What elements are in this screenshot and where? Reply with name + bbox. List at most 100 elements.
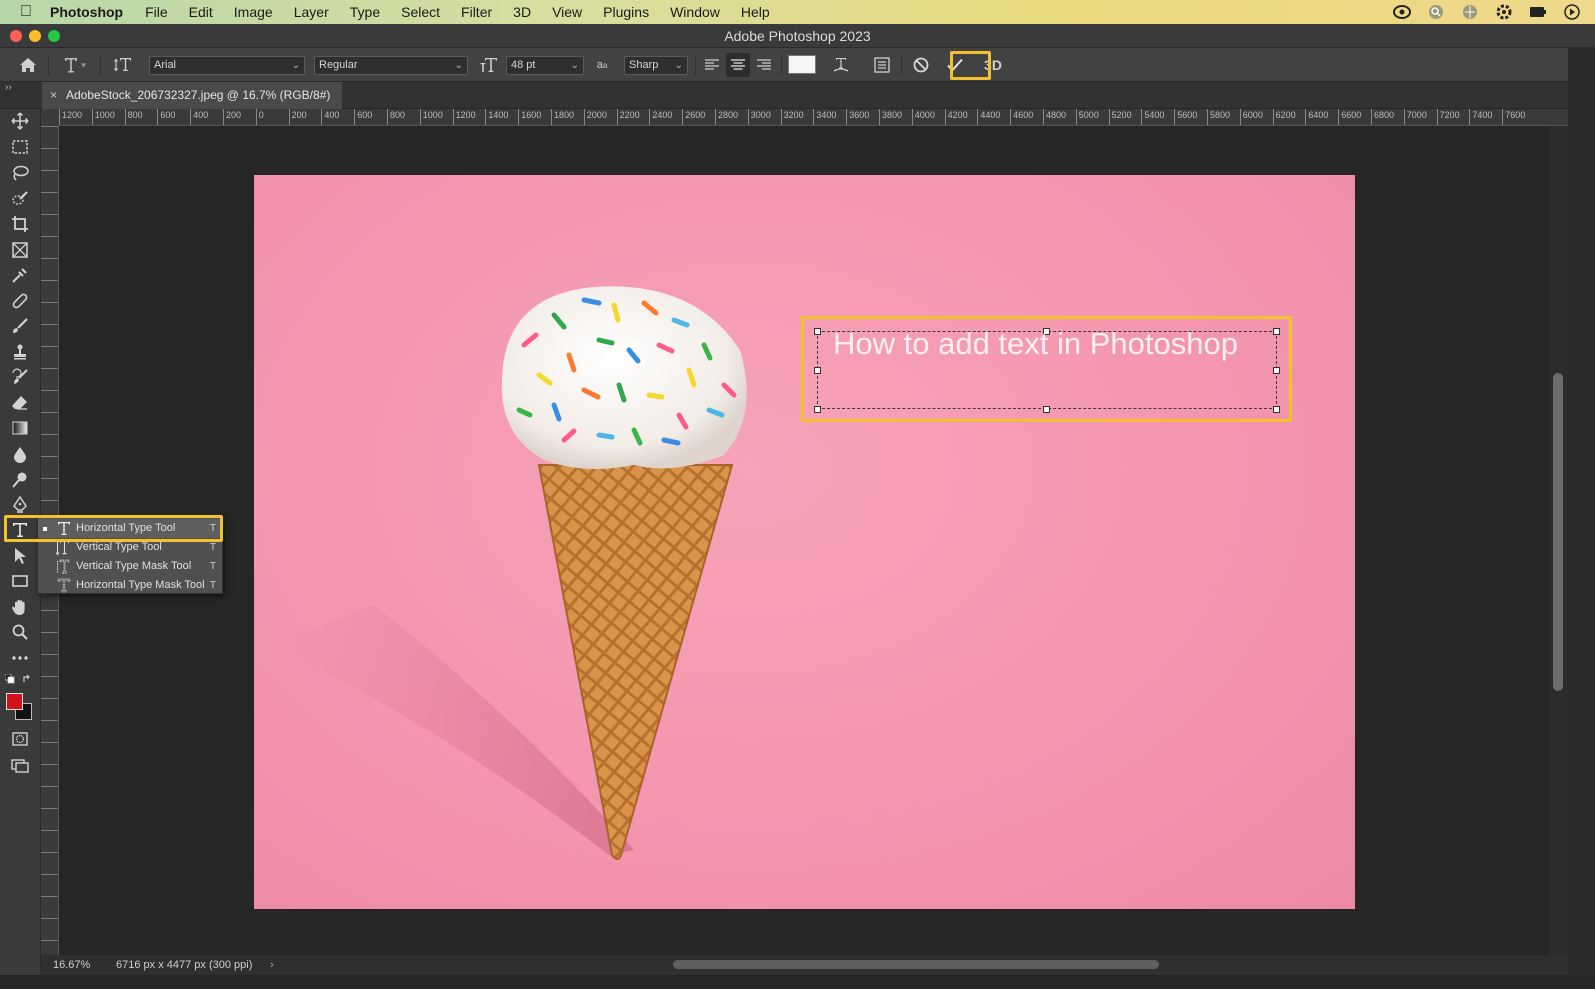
zoom-level[interactable]: 16.67% <box>53 955 90 975</box>
rectangle-tool[interactable] <box>8 570 32 592</box>
swap-colors-icon[interactable] <box>22 674 32 684</box>
tool-preset-picker[interactable]: ▾ <box>57 48 93 82</box>
ruler-tick-label: 5200 <box>1108 109 1132 125</box>
clone-stamp-tool[interactable] <box>8 341 32 363</box>
healing-brush-tool[interactable] <box>8 290 32 312</box>
ruler-tick-label: 6200 <box>1272 109 1296 125</box>
ruler-tick-label: 2800 <box>715 109 738 125</box>
lasso-tool[interactable] <box>8 162 32 184</box>
more-icon <box>12 656 28 660</box>
horizontal-ruler[interactable]: 1200 1000 800 600 400 200 0 200 400 600 800 1000 120… <box>59 109 1595 126</box>
crop-tool[interactable] <box>8 213 32 235</box>
flyout-horizontal-type-mask-tool[interactable]: Horizontal Type Mask Tool T <box>38 576 222 595</box>
quick-selection-tool[interactable] <box>8 188 32 210</box>
menu-window[interactable]: Window <box>670 4 720 20</box>
align-center-button[interactable] <box>726 53 750 77</box>
ruler-tick-label: 800 <box>387 109 405 125</box>
menu-layer[interactable]: Layer <box>294 4 329 20</box>
quick-mask-button[interactable] <box>8 728 32 750</box>
menu-filter[interactable]: Filter <box>461 4 492 20</box>
canvas-text-layer[interactable]: How to add text in Photoshop <box>833 326 1238 362</box>
horizontal-scroll-thumb[interactable] <box>673 960 1159 969</box>
apple-icon[interactable]:  <box>18 3 34 21</box>
font-style-select[interactable]: Regular ⌄ <box>314 56 468 75</box>
frame-tool[interactable] <box>8 239 32 261</box>
hand-tool[interactable] <box>8 596 32 618</box>
eraser-tool[interactable] <box>8 392 32 414</box>
menu-type[interactable]: Type <box>350 4 380 20</box>
collapse-panels-icon[interactable]: ›› <box>5 82 12 93</box>
foreground-color-swatch[interactable] <box>6 693 23 710</box>
zoom-tool[interactable] <box>8 621 32 643</box>
close-tab-icon[interactable]: × <box>50 82 57 109</box>
history-brush-tool[interactable] <box>8 366 32 388</box>
menu-help[interactable]: Help <box>741 4 770 20</box>
window-minimize-button[interactable] <box>29 30 41 42</box>
eyedropper-tool[interactable] <box>8 264 32 286</box>
toggle-text-orientation-icon[interactable] <box>111 48 135 82</box>
transform-handle-bc[interactable] <box>1043 406 1050 413</box>
menu-plugins[interactable]: Plugins <box>603 4 649 20</box>
battery-icon[interactable] <box>1529 3 1547 21</box>
cancel-edits-button[interactable] <box>910 48 932 82</box>
ruler-tick-label: 800 <box>124 109 143 125</box>
window-title: Adobe Photoshop 2023 <box>724 28 871 44</box>
creative-cloud-icon[interactable] <box>1393 3 1411 21</box>
transform-handle-mr[interactable] <box>1273 367 1280 374</box>
status-menu-arrow[interactable]: › <box>270 955 274 975</box>
font-size-select[interactable]: 48 pt ⌄ <box>506 56 584 75</box>
ruler-tick-label: 1400 <box>485 109 508 125</box>
menu-edit[interactable]: Edit <box>189 4 213 20</box>
move-tool[interactable] <box>8 110 32 132</box>
menu-app-name[interactable]: Photoshop <box>50 4 123 20</box>
ruler-origin[interactable] <box>41 109 59 126</box>
transform-handle-tl[interactable] <box>814 328 821 335</box>
vertical-scroll-thumb[interactable] <box>1553 373 1563 691</box>
flyout-vertical-type-mask-tool[interactable]: Vertical Type Mask Tool T <box>38 557 222 576</box>
text-color-fill <box>789 56 815 73</box>
text-color-swatch[interactable] <box>788 55 816 74</box>
default-colors-icon[interactable] <box>5 674 15 684</box>
transform-handle-bl[interactable] <box>814 406 821 413</box>
menu-view[interactable]: View <box>552 4 582 20</box>
menu-select[interactable]: Select <box>401 4 440 20</box>
pen-tool[interactable] <box>8 494 32 516</box>
menu-3d[interactable]: 3D <box>513 4 531 20</box>
blur-tool[interactable] <box>8 443 32 465</box>
document-tab[interactable]: × AdobeStock_206732327.jpeg @ 16.7% (RGB… <box>42 82 342 109</box>
align-right-button[interactable] <box>753 48 775 82</box>
character-panel-icon[interactable] <box>871 48 893 82</box>
marquee-tool[interactable] <box>8 136 32 158</box>
document-tab-title: AdobeStock_206732327.jpeg @ 16.7% (RGB/8… <box>66 88 331 102</box>
screen-mode-button[interactable] <box>8 754 32 776</box>
menu-image[interactable]: Image <box>234 4 273 20</box>
edit-toolbar-button[interactable] <box>8 647 32 669</box>
transform-handle-tr[interactable] <box>1273 328 1280 335</box>
transform-handle-ml[interactable] <box>814 367 821 374</box>
align-left-button[interactable] <box>701 48 723 82</box>
transform-handle-br[interactable] <box>1273 406 1280 413</box>
ruler-tick-label: 1200 <box>452 109 476 125</box>
gradient-tool[interactable] <box>8 417 32 439</box>
font-family-select[interactable]: Arial ⌄ <box>149 56 305 75</box>
path-selection-tool[interactable] <box>8 545 32 567</box>
ruler-tick-label: 3200 <box>780 109 804 125</box>
ruler-tick <box>41 918 58 940</box>
settings-icon[interactable] <box>1495 3 1513 21</box>
document-canvas[interactable] <box>254 175 1355 909</box>
antialias-select[interactable]: Sharp ⌄ <box>624 56 688 75</box>
menu-file[interactable]: File <box>145 4 168 20</box>
play-icon[interactable] <box>1563 3 1581 21</box>
window-maximize-button[interactable] <box>48 30 60 42</box>
warp-text-icon[interactable] <box>830 48 852 82</box>
brush-tool[interactable] <box>8 315 32 337</box>
globe-icon[interactable] <box>1461 3 1479 21</box>
home-icon[interactable] <box>15 48 41 82</box>
dodge-tool[interactable] <box>8 469 32 491</box>
spotlight-icon[interactable] <box>1427 3 1445 21</box>
ruler-tick <box>41 236 58 258</box>
document-tab-bar: ›› × AdobeStock_206732327.jpeg @ 16.7% (… <box>0 82 1595 109</box>
ruler-tick-label: 7400 <box>1469 109 1492 125</box>
window-close-button[interactable] <box>10 30 22 42</box>
vertical-scrollbar[interactable] <box>1549 127 1568 955</box>
